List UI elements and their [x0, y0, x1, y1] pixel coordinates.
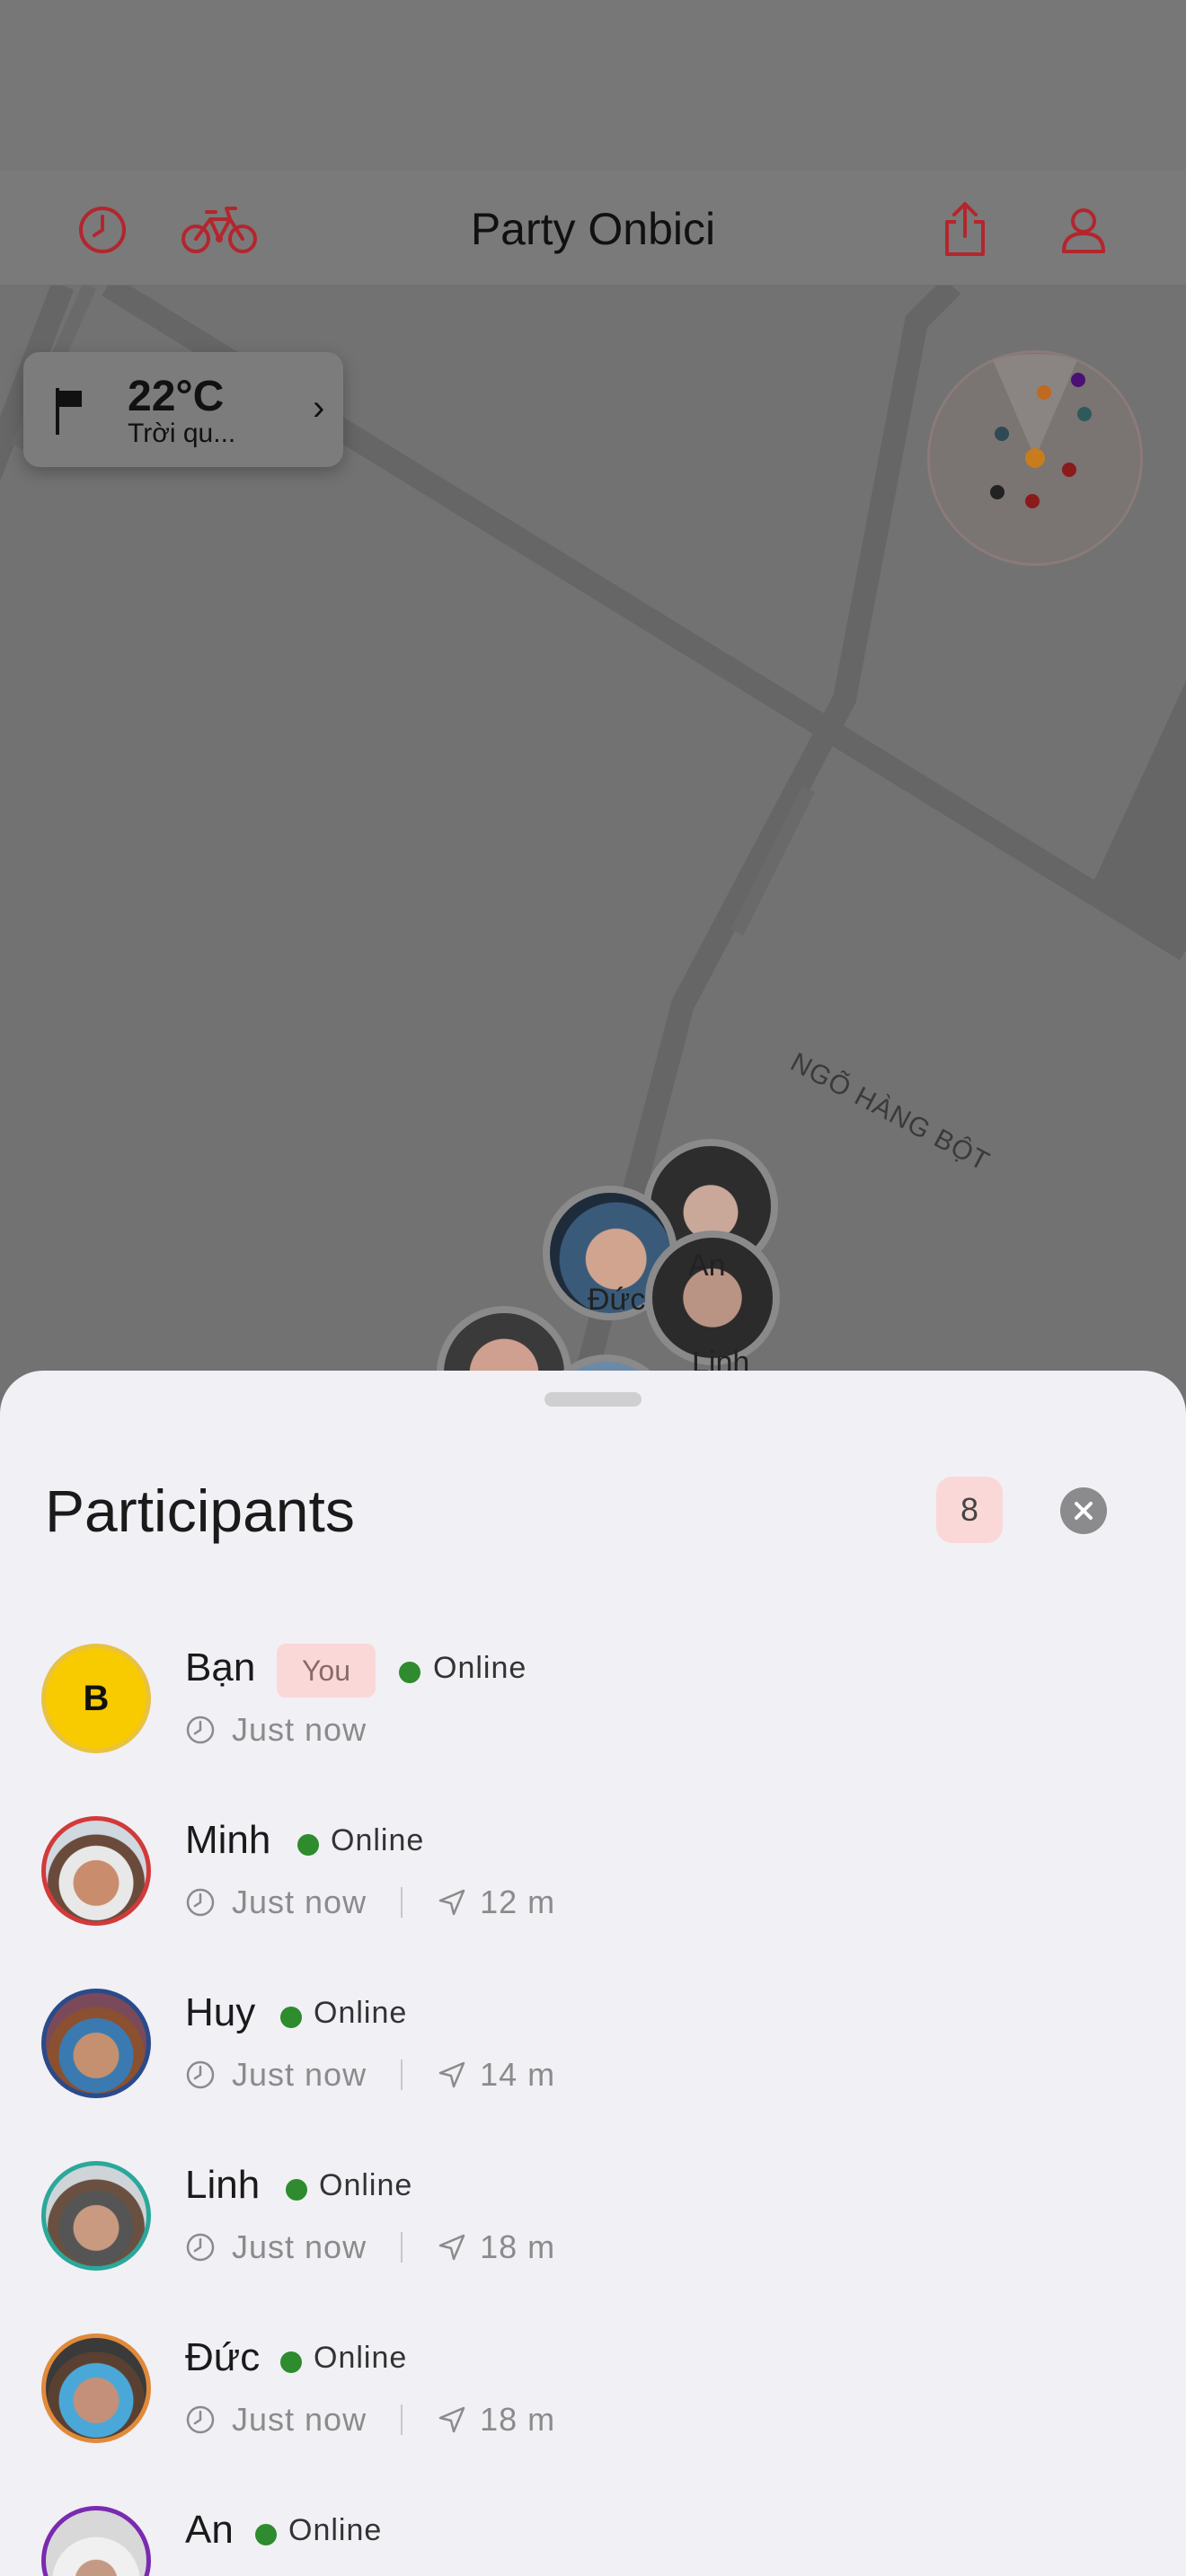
online-status-text: Online	[314, 2341, 408, 2375]
participant-name: Bạn	[185, 1645, 256, 1689]
online-status-text: Online	[331, 1823, 425, 1857]
chevron-right-icon: ›	[313, 388, 325, 428]
radar-dots	[990, 354, 1092, 508]
divider	[401, 2060, 403, 2090]
avatar	[41, 1989, 151, 2098]
online-status-text: Online	[433, 1651, 527, 1685]
location-arrow-icon	[438, 2061, 465, 2088]
last-seen: Just now	[232, 1711, 367, 1748]
participant-name: Đức	[185, 2335, 261, 2379]
location-arrow-icon	[438, 2406, 465, 2433]
avatar-initial: B	[83, 1678, 110, 1718]
online-status-text: Online	[288, 2513, 383, 2547]
distance: 12 m	[480, 1883, 556, 1920]
online-status-dot	[399, 1662, 420, 1683]
clock-icon	[186, 2405, 215, 2434]
online-status-dot	[297, 1834, 319, 1856]
clock-icon	[186, 2060, 215, 2089]
participant-meta: Just now 18 m	[185, 2398, 555, 2441]
avatar	[41, 2506, 151, 2576]
participant-meta: Just now 12 m	[185, 1881, 555, 1924]
divider	[401, 2232, 403, 2263]
participant-meta: Just now 14 m	[185, 2053, 555, 2096]
pin-label-duc: Đức	[588, 1283, 646, 1317]
clock-icon	[186, 1716, 215, 1744]
participant-meta: Just now 18 m	[185, 2226, 555, 2269]
location-arrow-icon	[438, 1889, 465, 1916]
last-seen: Just now	[232, 2056, 367, 2093]
close-button[interactable]	[1060, 1487, 1107, 1534]
divider	[401, 1887, 403, 1918]
avatar	[41, 1816, 151, 1926]
avatar	[41, 2161, 151, 2271]
participant-name: An	[185, 2508, 234, 2552]
clock-icon	[186, 2233, 215, 2262]
weather-card[interactable]: 22°C Trời qu... ›	[23, 352, 343, 467]
status-bar	[0, 0, 1186, 171]
clock-icon	[186, 1888, 215, 1917]
online-status-dot	[286, 2179, 307, 2201]
last-seen: Just now	[232, 1883, 367, 1920]
participant-count-badge: 8	[936, 1477, 1003, 1543]
participant-name: Linh	[185, 2163, 261, 2207]
profile-icon[interactable]	[1051, 198, 1116, 262]
you-badge: You	[277, 1644, 376, 1698]
online-status-text: Online	[319, 2168, 413, 2202]
online-status-text: Online	[314, 1996, 408, 2030]
online-status-dot	[280, 2351, 302, 2373]
participants-sheet: Participants 8 B Bạn You Online Just now…	[0, 1371, 1186, 2576]
share-icon[interactable]	[933, 198, 997, 262]
distance: 18 m	[480, 2228, 556, 2265]
distance: 18 m	[480, 2401, 556, 2438]
sheet-grabber[interactable]	[544, 1392, 642, 1407]
app-title: Party Onbici	[470, 204, 716, 254]
location-arrow-icon	[438, 2234, 465, 2261]
participant-row[interactable]: An Online	[0, 2506, 1186, 2576]
participant-name: Huy	[185, 1990, 256, 2034]
participant-row[interactable]: B Bạn You Online Just now	[0, 1644, 1186, 1816]
online-status-dot	[280, 2007, 302, 2028]
participant-row[interactable]: Minh Online Just now 12 m	[0, 1816, 1186, 1989]
participant-row[interactable]: Huy Online Just now 14 m	[0, 1989, 1186, 2161]
participant-meta: Just now	[185, 1708, 367, 1751]
participant-name: Minh	[185, 1818, 271, 1862]
pin-label-an: An	[688, 1248, 726, 1283]
sheet-title: Participants	[45, 1478, 355, 1544]
online-status-dot	[255, 2524, 277, 2545]
last-seen: Just now	[232, 2228, 367, 2265]
temperature: 22°C	[128, 373, 225, 420]
top-nav-bar: Party Onbici	[0, 171, 1186, 286]
participant-row[interactable]: Đức Online Just now 18 m	[0, 2333, 1186, 2506]
close-icon	[1075, 1502, 1093, 1520]
avatar: B	[41, 1644, 151, 1753]
weather-description: Trời qu...	[128, 419, 236, 448]
participant-row[interactable]: Linh Online Just now 18 m	[0, 2161, 1186, 2333]
radar-minimap[interactable]	[927, 350, 1143, 566]
avatar	[41, 2333, 151, 2443]
last-seen: Just now	[232, 2401, 367, 2438]
divider	[401, 2404, 403, 2435]
flag-icon	[54, 386, 84, 441]
distance: 14 m	[480, 2056, 556, 2093]
